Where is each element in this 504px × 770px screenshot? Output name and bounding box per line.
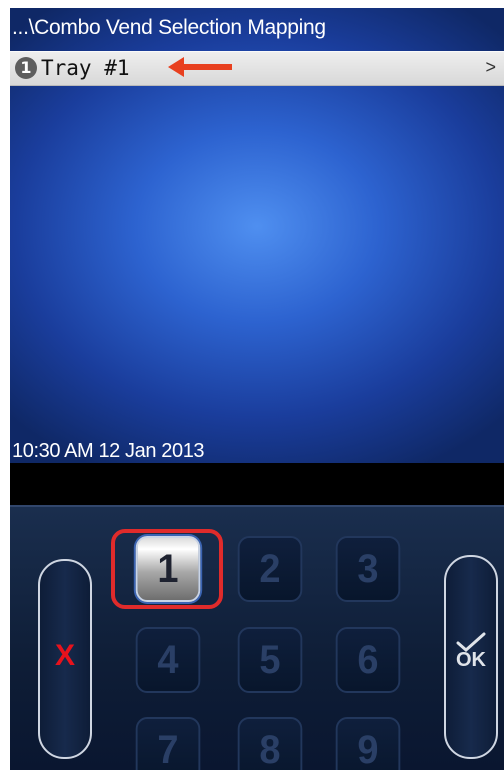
display-screen: ...\Combo Vend Selection Mapping 1 Tray … — [10, 8, 504, 463]
menu-item-label: Tray #1 — [41, 56, 130, 80]
key-3[interactable]: 3 — [335, 536, 401, 602]
arrow-left-icon — [168, 57, 232, 77]
keypad: X 1 2 3 4 5 6 7 8 9 OK — [10, 505, 504, 770]
item-number-badge: 1 — [15, 57, 37, 79]
key-5[interactable]: 5 — [237, 627, 303, 693]
divider-band — [10, 463, 504, 505]
key-7[interactable]: 7 — [135, 717, 201, 770]
ok-button[interactable]: OK — [444, 555, 498, 759]
ok-label: OK — [456, 649, 486, 671]
datetime-status: 10:30 AM 12 Jan 2013 — [12, 440, 205, 462]
device: ...\Combo Vend Selection Mapping 1 Tray … — [10, 8, 504, 770]
cancel-button[interactable]: X — [38, 559, 92, 759]
key-6[interactable]: 6 — [335, 627, 401, 693]
cancel-x-icon: X — [54, 639, 75, 672]
key-9[interactable]: 9 — [335, 717, 401, 770]
menu-item-tray-1[interactable]: 1 Tray #1 > — [10, 51, 504, 86]
key-2[interactable]: 2 — [237, 536, 303, 602]
key-8[interactable]: 8 — [237, 717, 303, 770]
key-4[interactable]: 4 — [135, 627, 201, 693]
key-1[interactable]: 1 — [135, 536, 201, 602]
page-title: ...\Combo Vend Selection Mapping — [12, 16, 326, 39]
chevron-right-icon: > — [485, 57, 496, 77]
